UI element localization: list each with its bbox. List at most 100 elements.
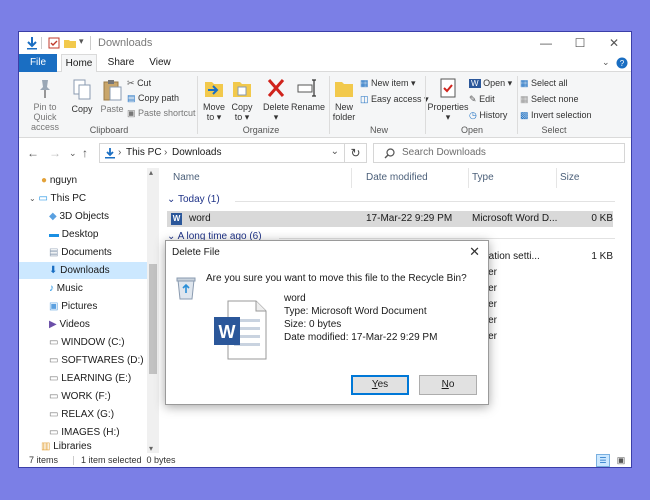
back-arrow-icon[interactable]: ← [27, 146, 39, 160]
drive-icon: ▭ [49, 337, 59, 348]
sidebar-item-desktop[interactable]: ▬ Desktop [49, 226, 98, 243]
help-icon[interactable]: ? [616, 57, 628, 69]
forward-arrow-icon[interactable]: → [49, 146, 61, 160]
sidebar-item-drive-d[interactable]: ▭ SOFTWARES (D:) [49, 352, 144, 369]
invert-selection-button[interactable]: ▩ Invert selection [520, 110, 592, 121]
no-label: o [448, 379, 455, 390]
copy-button[interactable]: Copy [69, 78, 95, 114]
maximize-button[interactable]: ☐ [565, 35, 595, 51]
column-header-date[interactable]: Date modified [366, 172, 428, 183]
new-item-button[interactable]: ▦ New item ▾ [360, 78, 416, 89]
move-to-button[interactable]: Move to ▾ [201, 76, 227, 122]
libraries-icon: ▥ [41, 441, 51, 452]
sidebar-item-3d-objects[interactable]: ◆ 3D Objects [49, 208, 109, 225]
large-icons-view-icon[interactable]: ▣ [614, 454, 628, 467]
column-header-size[interactable]: Size [560, 172, 579, 183]
sidebar-item-label: Pictures [61, 301, 98, 312]
delete-button[interactable]: Delete ▾ [261, 76, 291, 122]
scrollbar-thumb[interactable] [149, 264, 157, 374]
dialog-file-name: word [284, 293, 306, 304]
row-name: word [189, 213, 211, 224]
invert-selection-icon: ▩ [520, 110, 529, 120]
delete-x-icon [267, 79, 285, 97]
copy-path-label: Copy path [138, 93, 180, 103]
rename-button[interactable]: Rename [291, 76, 325, 112]
sidebar-item-this-pc[interactable]: ⌄ ▭ This PC [29, 190, 86, 207]
new-folder-quick-icon[interactable] [63, 36, 77, 50]
paste-button[interactable]: Paste [99, 78, 125, 114]
address-dropdown-icon[interactable]: ⌄ [331, 146, 339, 157]
yes-button[interactable]: Yes [351, 375, 409, 395]
address-bar[interactable]: › This PC › Downloads ⌄ [99, 143, 345, 163]
close-button[interactable]: ✕ [599, 35, 629, 51]
column-header-type[interactable]: Type [472, 172, 494, 183]
table-row-word[interactable]: W word 17-Mar-22 9:29 PM Microsoft Word … [167, 211, 613, 227]
new-folder-label-2: folder [332, 112, 356, 122]
sidebar-item-downloads[interactable]: ⬇ Downloads [19, 262, 147, 279]
dialog-question: Are you sure you want to move this file … [206, 273, 467, 284]
sidebar-item-drive-g[interactable]: ▭ RELAX (G:) [49, 406, 114, 423]
sidebar-item-drive-c[interactable]: ▭ WINDOW (C:) [49, 334, 125, 351]
tab-view[interactable]: View [143, 54, 177, 72]
group-header-today[interactable]: ⌄ Today (1) [167, 194, 220, 205]
sidebar-item-drive-f[interactable]: ▭ WORK (F:) [49, 388, 111, 405]
dialog-file-type: Type: Microsoft Word Document [284, 306, 427, 317]
breadcrumb-downloads[interactable]: Downloads [172, 147, 221, 158]
sidebar-item-user[interactable]: ● nguyn [41, 172, 77, 189]
tab-home[interactable]: Home [61, 54, 97, 73]
sidebar-item-videos[interactable]: ▶ Videos [49, 316, 90, 333]
select-none-button[interactable]: ▦ Select none [520, 94, 579, 105]
properties-button[interactable]: Properties ▾ [427, 76, 469, 122]
sidebar-item-pictures[interactable]: ▣ Pictures [49, 298, 97, 315]
search-box[interactable]: Search Downloads [373, 143, 625, 163]
column-separator [351, 168, 352, 188]
new-folder-button[interactable]: New folder [331, 76, 357, 122]
tab-file[interactable]: File [19, 54, 57, 72]
word-open-icon: W [469, 79, 481, 88]
no-button[interactable]: No [419, 375, 477, 395]
desktop-icon: ▬ [49, 229, 59, 240]
window-title: Downloads [98, 37, 153, 49]
open-button[interactable]: W Open ▾ [469, 78, 512, 89]
pin-to-quick-access-button[interactable]: Pin to Quick access [22, 78, 68, 132]
recent-locations-icon[interactable]: ⌄ [69, 148, 77, 159]
refresh-button[interactable]: ↻ [345, 143, 367, 163]
invert-selection-label: Invert selection [531, 110, 592, 120]
pin-label-1: Pin to Quick [33, 102, 57, 122]
details-view-icon[interactable]: ☰ [596, 454, 610, 467]
up-arrow-icon[interactable]: ↑ [82, 146, 88, 160]
paste-shortcut-button[interactable]: ▣ Paste shortcut [127, 108, 196, 119]
word-document-icon: W [171, 213, 182, 225]
cut-button[interactable]: ✂ Cut [127, 78, 151, 89]
properties-quick-icon[interactable] [47, 36, 61, 50]
edit-button[interactable]: ✎ Edit [469, 94, 495, 105]
down-arrow-quick-icon[interactable] [25, 36, 39, 50]
select-all-button[interactable]: ▦ Select all [520, 78, 568, 89]
sidebar-item-documents[interactable]: ▤ Documents [49, 244, 112, 261]
sidebar-item-label: RELAX (G:) [61, 409, 115, 420]
copy-path-button[interactable]: ▤ Copy path [127, 93, 179, 104]
scroll-up-icon[interactable]: ▴ [149, 168, 153, 177]
sidebar-item-drive-e[interactable]: ▭ LEARNING (E:) [49, 370, 131, 387]
word-document-large-icon: W [214, 300, 267, 360]
tab-share[interactable]: Share [103, 54, 139, 72]
sidebar-item-label: Libraries [53, 441, 92, 452]
sidebar-item-label: SOFTWARES (D:) [61, 355, 144, 366]
ribbon-separator [329, 76, 330, 134]
new-group-label: New [369, 125, 388, 135]
sidebar-item-music[interactable]: ♪ Music [49, 280, 83, 297]
minimize-button[interactable]: — [531, 35, 561, 51]
copy-to-button[interactable]: Copy to ▾ [229, 76, 255, 122]
dialog-close-icon[interactable]: ✕ [469, 244, 480, 260]
sidebar-item-label: Desktop [61, 229, 99, 240]
history-button[interactable]: ◷ History [469, 110, 507, 121]
breadcrumb-this-pc[interactable]: This PC [126, 147, 162, 158]
status-bar: 7 items 1 item selected 0 bytes ☰ ▣ [19, 453, 631, 467]
easy-access-button[interactable]: ◫ Easy access ▾ [360, 94, 429, 105]
sidebar-scrollbar[interactable]: ▴ ▾ [147, 168, 159, 453]
scroll-down-icon[interactable]: ▾ [149, 444, 153, 453]
sidebar-item-libraries[interactable]: ▥ Libraries [41, 438, 92, 453]
customize-quick-access-icon[interactable]: ▾ [79, 36, 84, 47]
collapse-ribbon-icon[interactable]: ⌄ [602, 57, 610, 68]
column-header-name[interactable]: Name [173, 172, 200, 183]
